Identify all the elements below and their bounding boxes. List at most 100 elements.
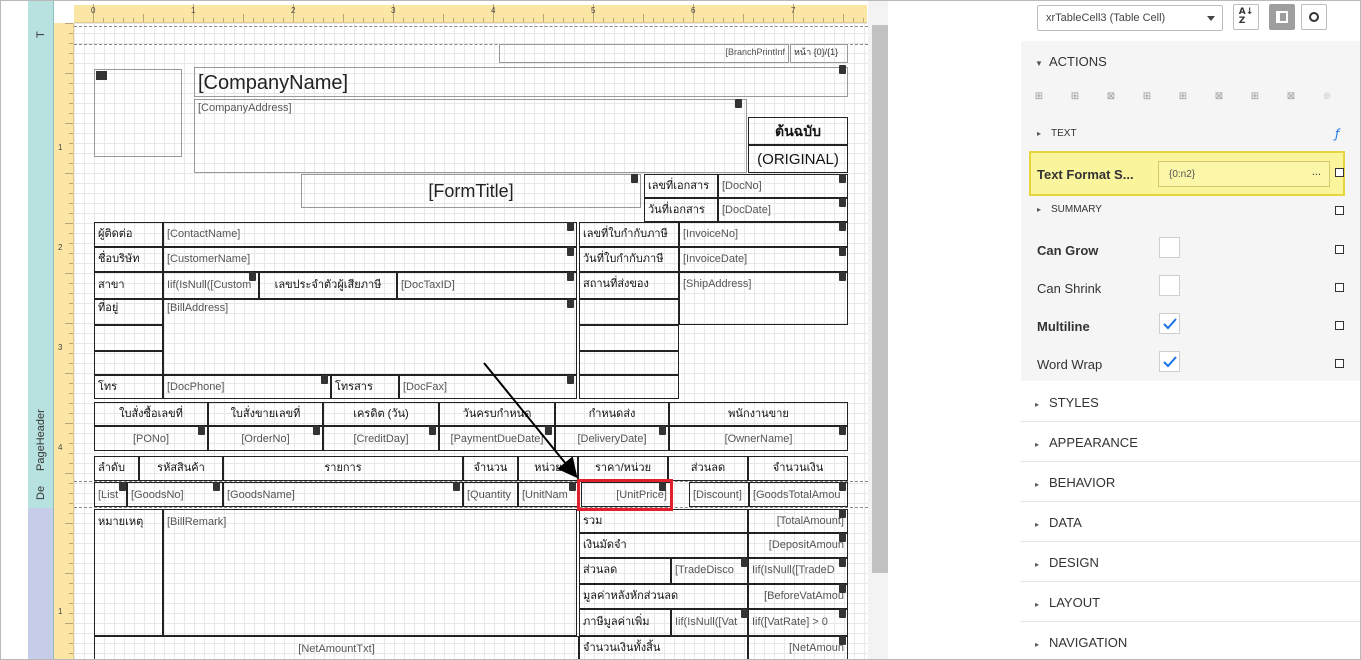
database-icon	[735, 99, 742, 108]
database-icon	[631, 174, 638, 183]
section-actions-label: ACTIONS	[1049, 54, 1107, 69]
divider	[1021, 461, 1360, 462]
database-icon	[839, 222, 846, 231]
database-icon	[839, 247, 846, 256]
can-grow-marker[interactable]	[1335, 245, 1344, 254]
search-icon	[1309, 12, 1319, 22]
text-format-label: Text Format S...	[1037, 167, 1134, 182]
section-data[interactable]: ▸ DATA	[1021, 515, 1360, 530]
section-layout[interactable]: ▸ LAYOUT	[1021, 595, 1360, 610]
database-icon	[321, 375, 328, 384]
categories-button[interactable]	[1269, 4, 1295, 30]
categories-icon	[1276, 11, 1288, 23]
database-icon	[741, 609, 748, 618]
section-data-label: DATA	[1049, 515, 1082, 530]
database-icon	[567, 222, 574, 231]
database-icon	[198, 426, 205, 435]
arrow-to-cell	[483, 362, 578, 479]
section-appearance[interactable]: ▸ APPEARANCE	[1021, 435, 1360, 450]
database-icon	[545, 426, 552, 435]
database-icon	[839, 198, 846, 207]
chevron-down-icon	[1207, 16, 1215, 21]
section-layout-label: LAYOUT	[1049, 595, 1101, 610]
multiline-label: Multiline	[1037, 319, 1090, 334]
can-grow-checkbox[interactable]	[1159, 237, 1180, 258]
summary-marker[interactable]	[1335, 206, 1344, 215]
database-icon	[839, 272, 846, 281]
sort-alphabetical-button[interactable]: A↓ Z	[1233, 4, 1259, 30]
section-navigation-label: NAVIGATION	[1049, 635, 1128, 650]
section-behavior[interactable]: ▸ BEHAVIOR	[1021, 475, 1360, 490]
section-text[interactable]: ▸ TEXT	[1021, 128, 1360, 139]
component-selector[interactable]: xrTableCell3 (Table Cell)	[1037, 5, 1223, 31]
database-icon	[839, 174, 846, 183]
database-icon	[567, 247, 574, 256]
section-actions[interactable]: ▼ ACTIONS	[1021, 54, 1360, 69]
disabled-action-icon: ⊕	[1322, 91, 1332, 102]
database-icon	[839, 584, 846, 593]
expression-icon[interactable]: ƒ	[1335, 127, 1339, 141]
section-summary[interactable]: ▸ SUMMARY	[1021, 204, 1360, 215]
divider	[1021, 581, 1360, 582]
database-icon	[567, 299, 574, 308]
database-icon	[839, 482, 846, 491]
can-shrink-label: Can Shrink	[1037, 281, 1102, 296]
section-styles-label: STYLES	[1049, 395, 1099, 410]
insert-column-right-icon[interactable]: ⊞	[1177, 91, 1189, 103]
database-icon	[429, 426, 436, 435]
search-button[interactable]	[1301, 4, 1327, 30]
report-designer-window: T PageHeader De 01234567 12341 [BranchPr…	[0, 0, 1361, 660]
word-wrap-marker[interactable]	[1335, 359, 1344, 368]
database-icon	[659, 426, 666, 435]
database-icon	[839, 636, 846, 645]
word-wrap-label: Word Wrap	[1037, 357, 1103, 372]
insert-cell-icon[interactable]: ⊞	[1249, 91, 1261, 103]
divider	[1021, 541, 1360, 542]
database-icon	[567, 375, 574, 384]
divider	[1021, 501, 1360, 502]
database-icon	[213, 482, 220, 491]
section-styles[interactable]: ▸ STYLES	[1021, 395, 1360, 410]
delete-column-icon[interactable]: ⊠	[1213, 91, 1225, 103]
database-icon	[839, 609, 846, 618]
database-icon	[249, 272, 256, 281]
delete-cell-icon[interactable]: ⊠	[1285, 91, 1297, 103]
multiline-checkbox[interactable]	[1159, 313, 1180, 334]
section-design[interactable]: ▸ DESIGN	[1021, 555, 1360, 570]
database-icon	[839, 533, 846, 542]
section-summary-label: SUMMARY	[1051, 204, 1102, 215]
panel-toolbar: xrTableCell3 (Table Cell) A↓ Z	[1021, 1, 1360, 41]
text-format-marker[interactable]	[1335, 168, 1344, 177]
section-behavior-label: BEHAVIOR	[1049, 475, 1116, 490]
property-panel: xrTableCell3 (Table Cell) A↓ Z ▼ ACTIONS ⊞…	[1021, 1, 1360, 659]
database-icon	[567, 272, 574, 281]
database-icon	[119, 482, 126, 491]
word-wrap-checkbox[interactable]	[1159, 351, 1180, 372]
database-icon	[839, 65, 846, 74]
database-icon	[741, 558, 748, 567]
component-selector-value: xrTableCell3 (Table Cell)	[1046, 12, 1166, 24]
delete-row-icon[interactable]: ⊠	[1105, 91, 1117, 103]
database-icon	[839, 426, 846, 435]
divider	[1021, 421, 1360, 422]
sort-az-icon: A↓ Z	[1238, 7, 1254, 26]
check-icon	[1162, 355, 1177, 367]
database-icon	[839, 558, 846, 567]
can-shrink-checkbox[interactable]	[1159, 275, 1180, 296]
text-format-field[interactable]: {0:n2} ...	[1158, 161, 1330, 187]
can-shrink-marker[interactable]	[1335, 283, 1344, 292]
insert-row-above-icon[interactable]: ⊞	[1033, 91, 1045, 103]
insert-row-below-icon[interactable]: ⊞	[1069, 91, 1081, 103]
section-appearance-label: APPEARANCE	[1049, 435, 1138, 450]
database-icon	[839, 509, 846, 518]
check-icon	[1162, 317, 1177, 329]
database-icon	[453, 482, 460, 491]
section-text-label: TEXT	[1051, 128, 1077, 139]
ellipsis-button[interactable]: ...	[1312, 166, 1321, 178]
insert-column-left-icon[interactable]: ⊞	[1141, 91, 1153, 103]
section-navigation[interactable]: ▸ NAVIGATION	[1021, 635, 1360, 650]
multiline-marker[interactable]	[1335, 321, 1344, 330]
database-icon	[313, 426, 320, 435]
divider	[1021, 621, 1360, 622]
database-icon	[659, 482, 666, 491]
